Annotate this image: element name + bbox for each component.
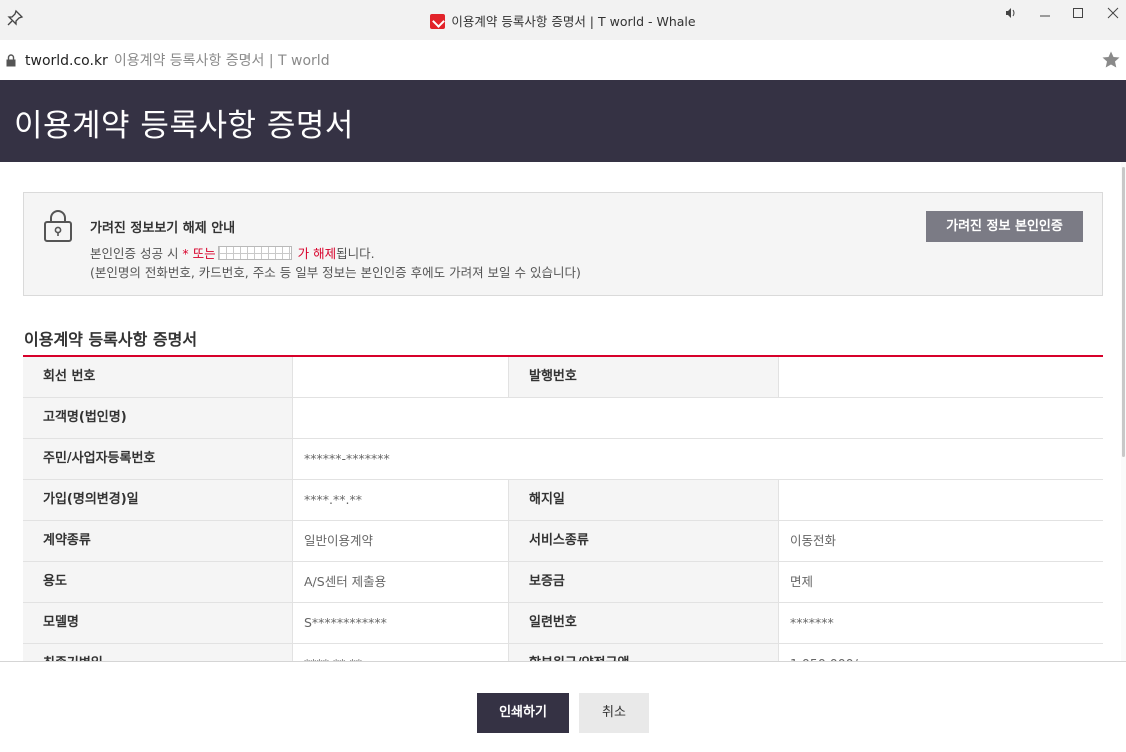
certificate-table: 회선 번호 발행번호 고객명(법인명) 주민/사업자등록번호 ******-**… [23, 357, 1103, 661]
value-line-number [293, 357, 509, 397]
notice-line1-suffix: 됩니다. [336, 246, 375, 261]
label-customer-name: 고객명(법인명) [23, 398, 293, 438]
value-issue-number [779, 357, 1103, 397]
notice-title: 가려진 정보보기 해제 안내 [90, 221, 236, 236]
table-row: 가입(명의변경)일 ****.**.** 해지일 [23, 480, 1103, 521]
page-header: 이용계약 등록사항 증명서 [0, 80, 1126, 162]
value-contract-type: 일반이용계약 [293, 521, 509, 561]
value-installment: 1,050,000/- [779, 644, 1103, 661]
url-text[interactable]: tworld.co.kr 이용계약 등록사항 증명서 | T world [25, 50, 330, 70]
table-row: 계약종류 일반이용계약 서비스종류 이동전화 [23, 521, 1103, 562]
maximize-icon[interactable] [1063, 4, 1093, 24]
minimize-icon[interactable] [1030, 4, 1060, 24]
window-titlebar: 이용계약 등록사항 증명서 | T world - Whale [0, 0, 1126, 40]
url-domain: tworld.co.kr [25, 53, 108, 69]
table-row: 모델명 S************ 일련번호 ******* [23, 603, 1103, 644]
label-serial-number: 일련번호 [509, 603, 779, 643]
value-customer-name [293, 398, 1103, 438]
padlock-icon [44, 210, 72, 242]
cancel-button[interactable]: 취소 [579, 693, 649, 733]
label-join-date: 가입(명의변경)일 [23, 480, 293, 520]
label-registration-number: 주민/사업자등록번호 [23, 439, 293, 479]
lock-icon[interactable] [5, 54, 17, 67]
label-service-type: 서비스종류 [509, 521, 779, 561]
value-service-type: 이동전화 [779, 521, 1103, 561]
masked-grid-icon [217, 246, 292, 260]
table-row: 고객명(법인명) [23, 398, 1103, 439]
masked-info-notice: 가려진 정보보기 해제 안내 본인인증 성공 시 * 또는 가 해제됩니다. (… [23, 192, 1103, 296]
scrollbar-thumb[interactable] [1122, 167, 1125, 457]
label-line-number: 회선 번호 [23, 357, 293, 397]
print-button[interactable]: 인쇄하기 [477, 693, 569, 733]
page-scrollbar[interactable] [1121, 162, 1126, 662]
table-row: 주민/사업자등록번호 ******-******* [23, 439, 1103, 480]
notice-line2: (본인명의 전화번호, 카드번호, 주소 등 일부 정보는 본인인증 후에도 가… [90, 265, 581, 280]
value-deposit: 면제 [779, 562, 1103, 602]
label-purpose: 용도 [23, 562, 293, 602]
tworld-favicon-icon [430, 14, 446, 29]
notice-ga-text: 가 해제 [293, 246, 337, 261]
table-row: 최종기변일 ****.**.** 할부원금/약정금액 1,050,000/- [23, 644, 1103, 661]
label-issue-number: 발행번호 [509, 357, 779, 397]
value-purpose: A/S센터 제출용 [293, 562, 509, 602]
label-model-name: 모델명 [23, 603, 293, 643]
label-contract-type: 계약종류 [23, 521, 293, 561]
label-termination-date: 해지일 [509, 480, 779, 520]
close-icon[interactable] [1098, 4, 1126, 24]
notice-star-text: * 또는 [182, 246, 216, 261]
label-deposit: 보증금 [509, 562, 779, 602]
value-registration-number: ******-******* [293, 439, 1103, 479]
value-model-name: S************ [293, 603, 509, 643]
value-last-device-change: ****.**.** [293, 644, 509, 661]
page-title: 이용계약 등록사항 증명서 [14, 108, 354, 144]
bookmark-star-icon[interactable] [1101, 50, 1121, 70]
notice-line1-prefix: 본인인증 성공 시 [90, 246, 183, 261]
notice-line1: 본인인증 성공 시 * 또는 가 해제됩니다. [90, 243, 375, 262]
window-title-text: 이용계약 등록사항 증명서 | T world - Whale [451, 14, 696, 29]
url-page-title: 이용계약 등록사항 증명서 | T world [113, 53, 330, 69]
label-installment: 할부원금/약정금액 [509, 644, 779, 661]
value-join-date: ****.**.** [293, 480, 509, 520]
identity-verify-button[interactable]: 가려진 정보 본인인증 [926, 211, 1083, 242]
window-title: 이용계약 등록사항 증명서 | T world - Whale [0, 11, 1126, 30]
table-row: 용도 A/S센터 제출용 보증금 면제 [23, 562, 1103, 603]
value-termination-date [779, 480, 1103, 520]
section-title: 이용계약 등록사항 증명서 [24, 330, 198, 349]
value-serial-number: ******* [779, 603, 1103, 643]
table-row: 회선 번호 발행번호 [23, 357, 1103, 398]
speaker-icon[interactable] [996, 4, 1026, 24]
label-last-device-change: 최종기변일 [23, 644, 293, 661]
